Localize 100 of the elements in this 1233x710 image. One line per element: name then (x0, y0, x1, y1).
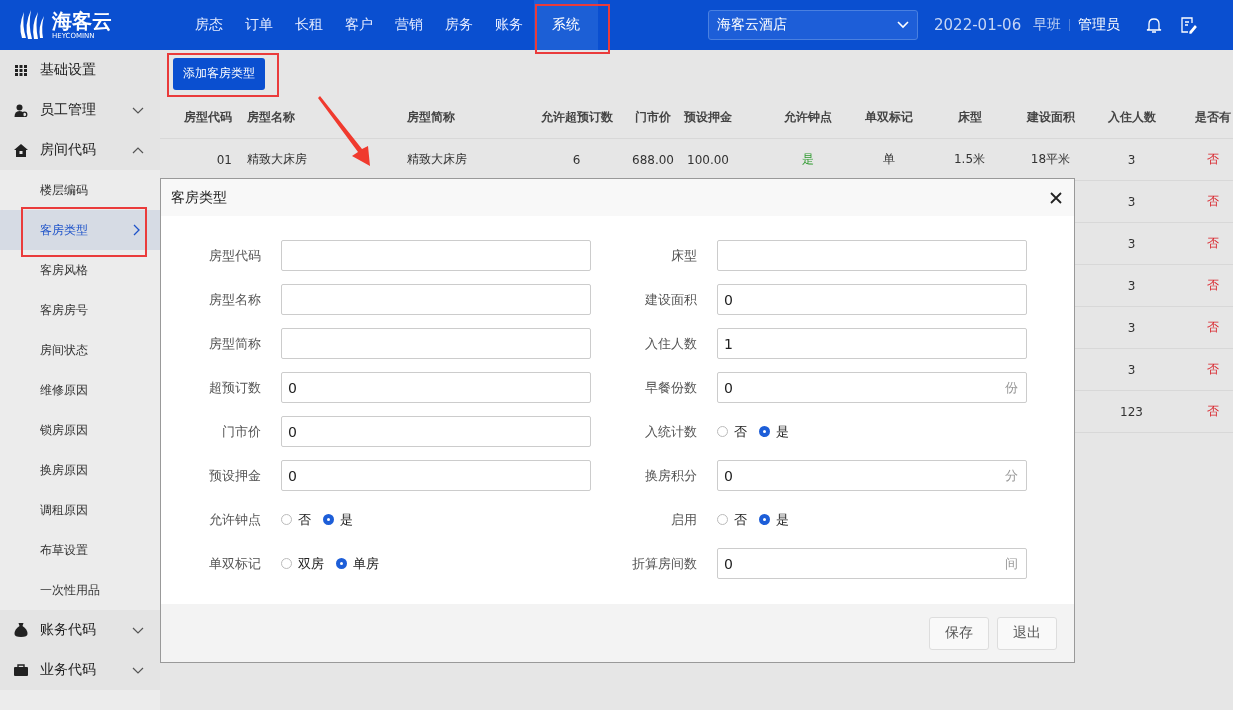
sidebar-subitem[interactable]: 一次性用品 (0, 570, 160, 610)
field-label: 单双标记 (208, 554, 261, 573)
table-cell: 3 (1127, 362, 1136, 377)
table-cell: 100.00 (687, 152, 729, 167)
user-name[interactable]: 管理员 (1078, 16, 1121, 34)
field-label: 建设面积 (644, 290, 697, 309)
table-cell: 1.5米 (953, 151, 986, 168)
field-label: 入统计数 (644, 422, 697, 441)
radio-option[interactable]: 单房 (336, 554, 379, 573)
dialog-button[interactable]: 退出 (997, 616, 1057, 650)
radio-option[interactable]: 是 (323, 510, 353, 529)
input-field[interactable]: 0 (281, 460, 591, 491)
field-label: 允许钟点 (208, 510, 261, 529)
sidebar-subitem[interactable]: 客房风格 (0, 250, 160, 290)
table-cell: 单 (882, 151, 895, 168)
table-cell-text: 精致大床房 (246, 151, 307, 168)
date-text: 2022-01-06 (934, 16, 1022, 34)
sidebar-item[interactable]: 员工管理 (0, 90, 160, 130)
input-field[interactable]: 1 (717, 328, 1027, 359)
field-label: 房型代码 (208, 246, 261, 265)
shift-text: 早班 (1033, 16, 1062, 34)
input-field[interactable]: 0 间 (717, 548, 1027, 579)
sidebar-item[interactable]: 房间代码 (0, 130, 160, 170)
table-cell: 3 (1127, 152, 1136, 167)
input-field[interactable]: 0 (281, 416, 591, 447)
column-header: 允许钟点 (783, 109, 832, 126)
radio-option[interactable]: 是 (759, 422, 789, 441)
table-cell: 否 (1206, 277, 1219, 294)
table-cell: 01 (216, 152, 232, 167)
input-field[interactable]: 0 分 (717, 460, 1027, 491)
sidebar-item[interactable]: 业务代码 (0, 650, 160, 690)
dialog-button[interactable]: 保存 (929, 616, 989, 650)
sidebar-subitem[interactable]: 楼层编码 (0, 170, 160, 210)
radio-option[interactable]: 否 (717, 422, 747, 441)
column-header: 预设押金 (684, 109, 732, 126)
column-header: 房型名称 (246, 109, 295, 126)
sidebar-item[interactable]: 账务代码 (0, 610, 160, 650)
column-header: 房型代码 (184, 109, 232, 126)
table-cell: 688.00 (632, 152, 674, 167)
hotel-select[interactable]: 海客云酒店 (708, 10, 918, 40)
table-cell: 3 (1127, 194, 1136, 209)
table-cell: 3 (1127, 236, 1136, 251)
table-cell: 6 (572, 152, 581, 167)
nav-tab[interactable]: 系统 (534, 0, 598, 50)
table-cell: 3 (1127, 278, 1136, 293)
field-label: 入住人数 (644, 334, 697, 353)
table-cell: 否 (1206, 151, 1219, 168)
column-header: 房型简称 (406, 109, 455, 126)
table-cell: 18平米 (1030, 151, 1071, 168)
nav-tab[interactable]: 客户 (334, 0, 384, 50)
field-label: 床型 (670, 246, 697, 265)
column-header: 单双标记 (864, 109, 913, 126)
nav-tab[interactable]: 房务 (434, 0, 484, 50)
table-cell: 123 (1120, 404, 1143, 419)
field-label: 超预订数 (208, 378, 261, 397)
sidebar-subitem[interactable]: 房间状态 (0, 330, 160, 370)
table-cell: 是 (801, 151, 814, 168)
column-header: 建设面积 (1026, 109, 1075, 126)
logo-name: 海客云 (52, 10, 112, 31)
radio-option[interactable]: 否 (281, 510, 311, 529)
input-field[interactable]: 0 份 (717, 372, 1027, 403)
field-label: 预设押金 (208, 466, 261, 485)
radio-option[interactable]: 是 (759, 510, 789, 529)
radio-option[interactable]: 否 (717, 510, 747, 529)
sidebar-subitem[interactable]: 锁房原因 (0, 410, 160, 450)
sidebar-subitem[interactable]: 调租原因 (0, 490, 160, 530)
sidebar-subitem[interactable]: 客房类型 (0, 210, 160, 250)
radio-option[interactable]: 双房 (281, 554, 324, 573)
nav-tab[interactable]: 账务 (484, 0, 534, 50)
add-room-type-button[interactable]: 添加客房类型 (173, 57, 265, 90)
field-label: 换房积分 (644, 466, 697, 485)
table-cell-text: 精致大床房 (406, 151, 467, 168)
field-label: 房型名称 (208, 290, 261, 309)
column-header: 门市价 (635, 109, 671, 126)
nav-tab[interactable]: 房态 (184, 0, 234, 50)
sidebar-item[interactable]: 基础设置 (0, 50, 160, 90)
column-header: 是否有 (1194, 109, 1231, 126)
sidebar-subitem[interactable]: 换房原因 (0, 450, 160, 490)
nav-tab[interactable]: 订单 (234, 0, 284, 50)
table-cell: 3 (1127, 320, 1136, 335)
sidebar-subitem[interactable]: 布草设置 (0, 530, 160, 570)
input-field[interactable]: 0 (717, 284, 1027, 315)
table-cell: 否 (1206, 361, 1219, 378)
sidebar-subitem[interactable]: 客房房号 (0, 290, 160, 330)
dialog-title: 客房类型 (171, 188, 227, 207)
input-field[interactable]: 0 (281, 372, 591, 403)
column-header: 入住人数 (1107, 109, 1156, 126)
field-label: 房型简称 (208, 334, 261, 353)
table-cell: 否 (1206, 403, 1219, 420)
table-cell: 否 (1206, 193, 1219, 210)
table-cell: 否 (1206, 319, 1219, 336)
nav-tab[interactable]: 长租 (284, 0, 334, 50)
column-header: 允许超预订数 (540, 109, 613, 126)
field-label: 早餐份数 (644, 378, 697, 397)
nav-tab[interactable]: 营销 (384, 0, 434, 50)
field-label: 启用 (670, 510, 697, 529)
table-cell: 否 (1206, 235, 1219, 252)
column-header: 床型 (957, 109, 982, 126)
field-label: 门市价 (221, 422, 261, 441)
sidebar-subitem[interactable]: 维修原因 (0, 370, 160, 410)
